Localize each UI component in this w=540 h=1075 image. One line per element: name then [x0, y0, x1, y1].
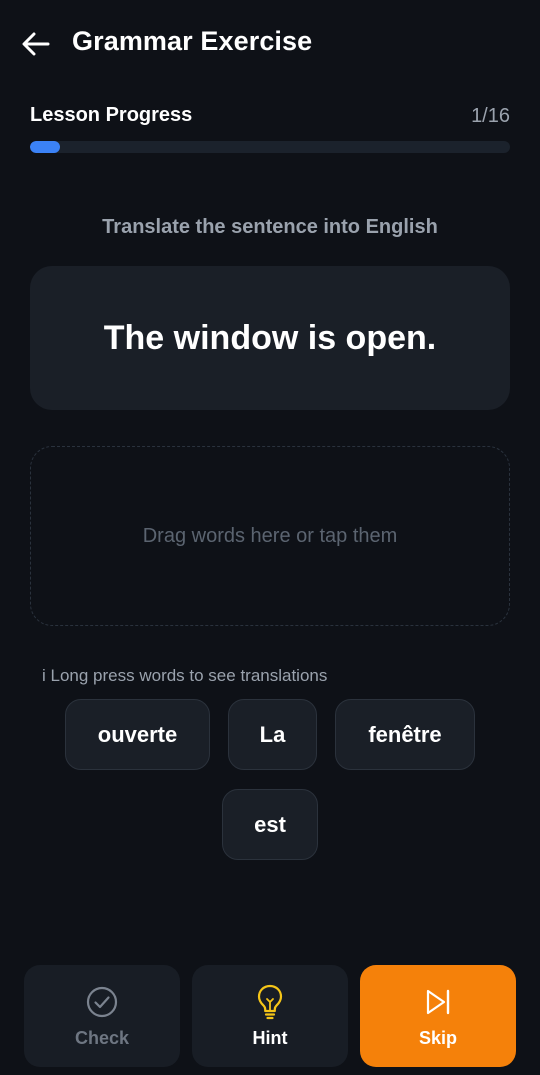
check-button[interactable]: Check — [24, 965, 180, 1067]
word-chip-fenetre[interactable]: fenêtre — [335, 699, 475, 770]
drop-hint: Drag words here or tap them — [142, 524, 398, 547]
check-circle-icon — [86, 986, 118, 1017]
app-screen: Grammar Exercise Lesson Progress 1/16 Tr… — [0, 0, 540, 1075]
sentence-card: The window is open. — [30, 266, 510, 410]
skip-label: Skip — [418, 1027, 457, 1048]
word-chip-ouverte[interactable]: ouverte — [65, 699, 210, 770]
word-chip-est[interactable]: est — [222, 789, 318, 860]
instruction-text: Translate the sentence into English — [102, 216, 438, 238]
word-chip-la[interactable]: La — [228, 699, 317, 770]
back-button[interactable] — [18, 26, 54, 62]
page-title: Grammar Exercise — [72, 26, 313, 56]
progress-bar — [30, 141, 510, 153]
hint-button[interactable]: Hint — [192, 965, 348, 1067]
translation-tip: i Long press words to see translations — [42, 666, 328, 685]
skip-forward-icon — [426, 989, 450, 1014]
arrow-left-icon — [22, 32, 50, 56]
skip-button[interactable]: Skip — [360, 965, 516, 1067]
hint-label: Hint — [252, 1027, 288, 1048]
answer-drop-zone[interactable]: Drag words here or tap them — [30, 446, 510, 626]
progress-fill — [30, 141, 60, 153]
progress-label: Lesson Progress — [30, 104, 193, 126]
check-label: Check — [74, 1027, 130, 1048]
lightbulb-icon — [257, 984, 283, 1019]
header: Grammar Exercise — [0, 0, 540, 90]
source-sentence: The window is open. — [103, 318, 437, 357]
progress-count: 1/16 — [471, 105, 510, 127]
